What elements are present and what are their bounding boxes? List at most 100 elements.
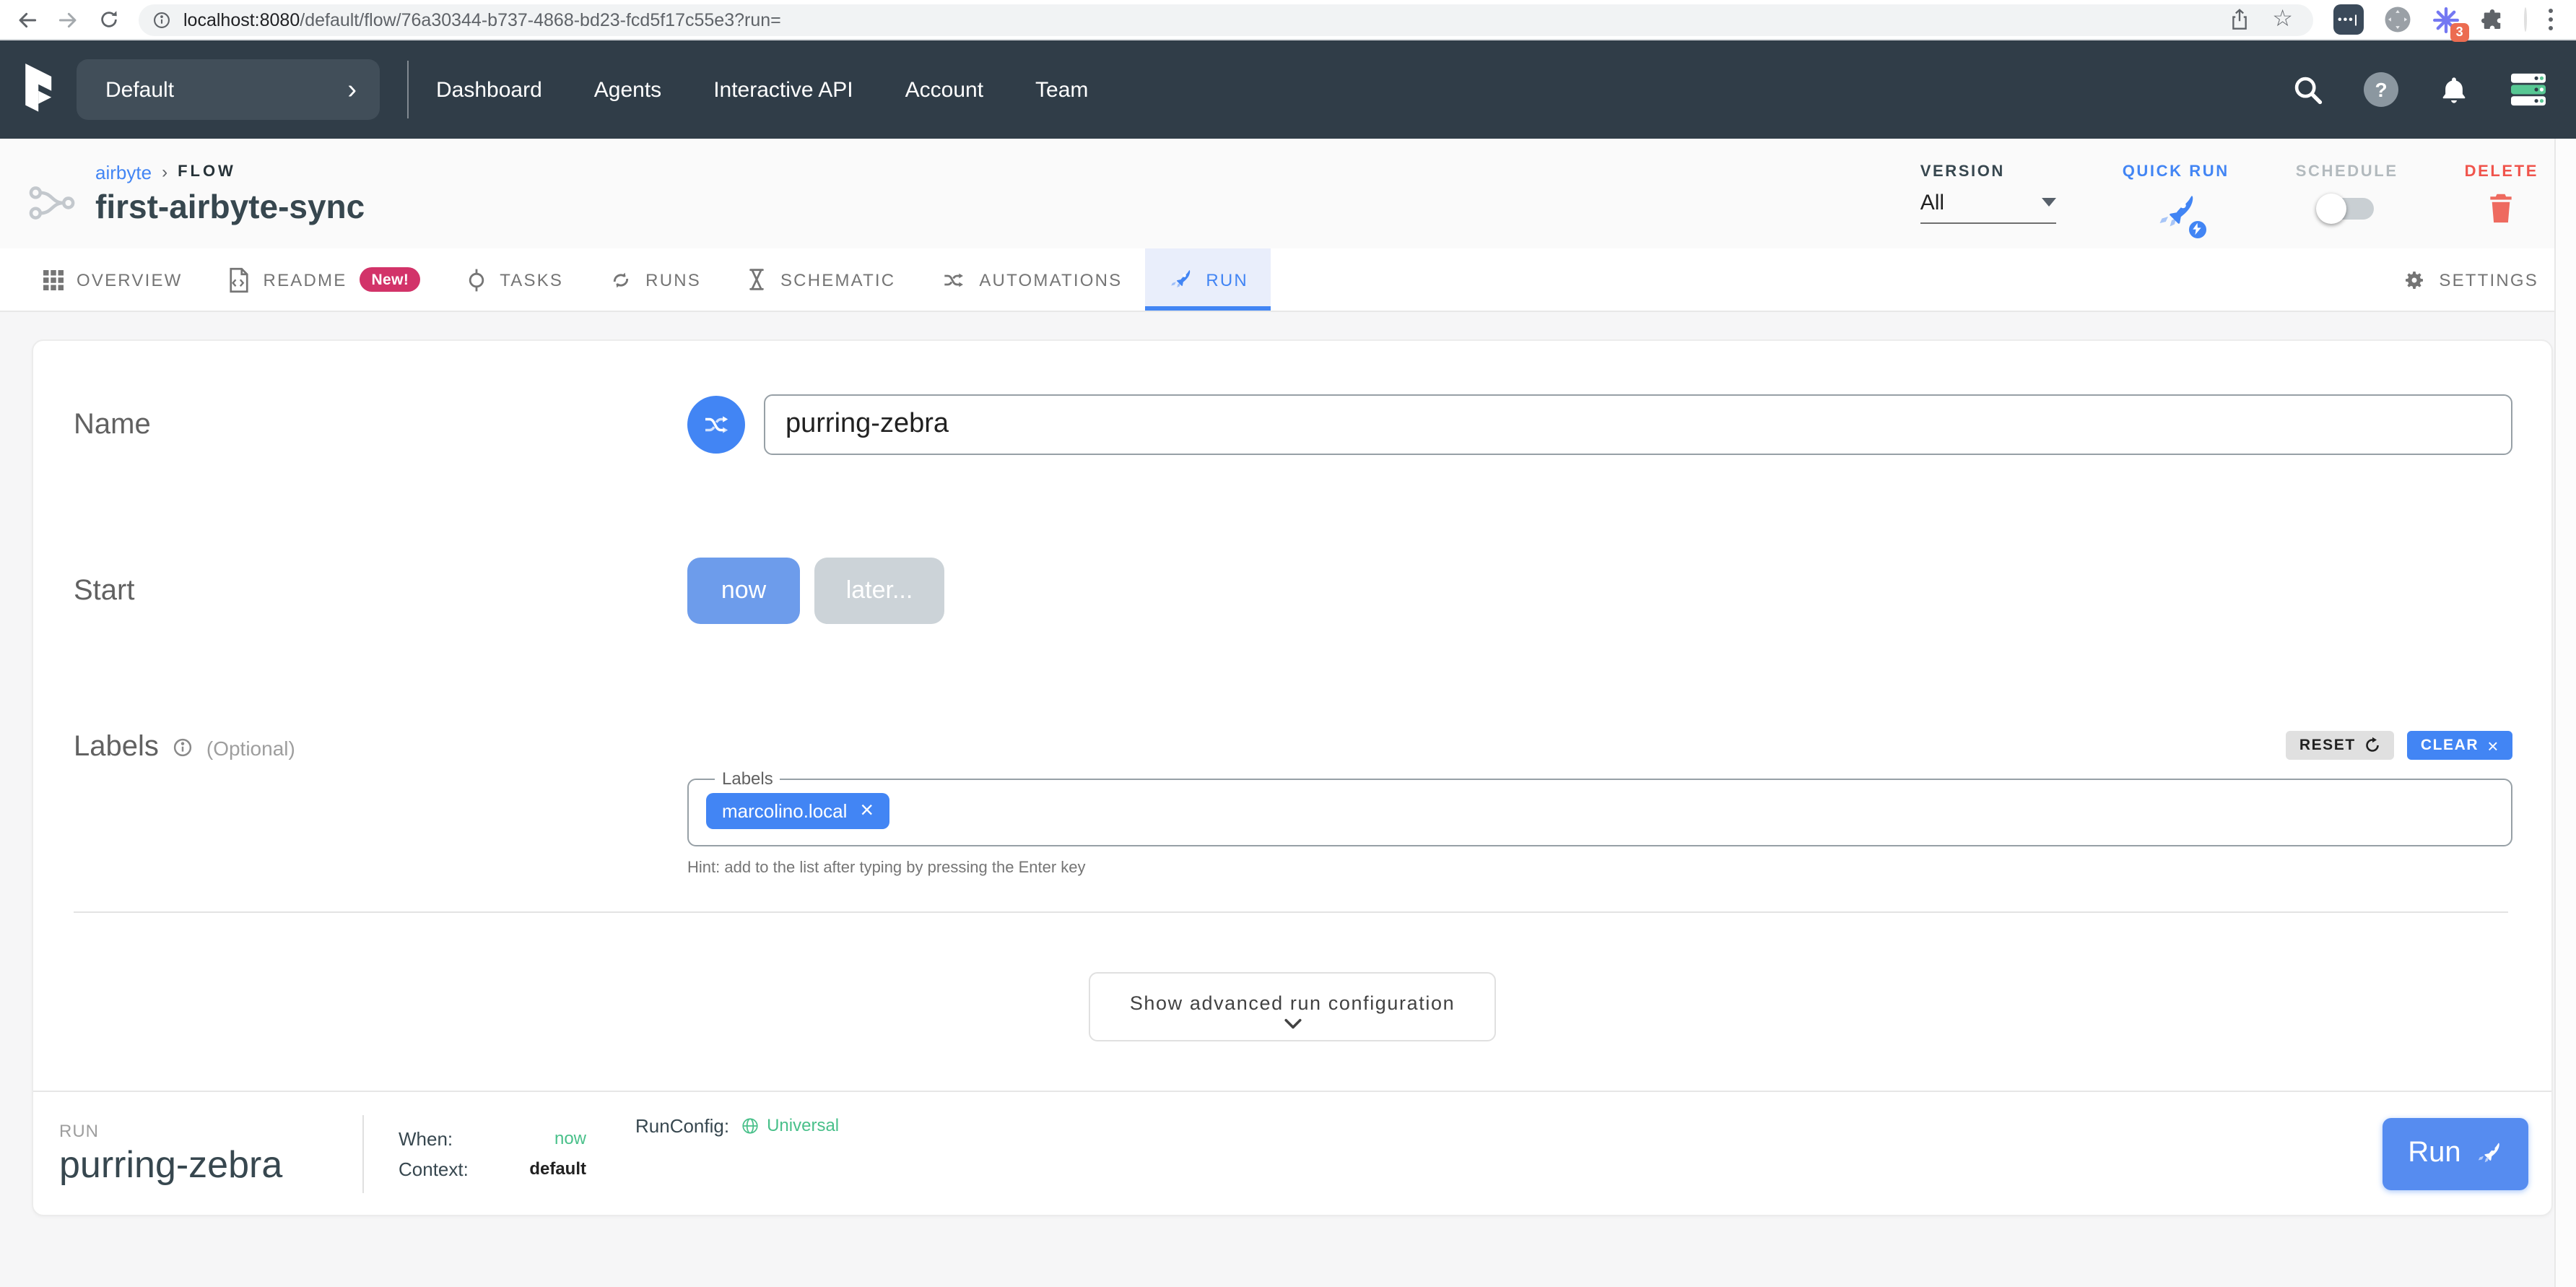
tab-run[interactable]: RUN — [1145, 248, 1271, 311]
nav-link-team[interactable]: Team — [1035, 77, 1088, 102]
start-later-button[interactable]: later... — [814, 558, 944, 624]
schematic-icon — [747, 267, 767, 292]
labels-actions: RESET CLEAR × — [687, 731, 2512, 760]
scrollbar-gutter[interactable] — [2554, 139, 2576, 1287]
page-body: Name Start now later... Labels — [0, 312, 2576, 1287]
trash-icon — [2486, 190, 2518, 225]
server-status-button[interactable] — [2510, 72, 2547, 107]
caret-down-icon — [2042, 198, 2056, 207]
delete-control: DELETE — [2465, 154, 2538, 225]
tab-readme[interactable]: README New! — [206, 248, 444, 311]
flow-header-actions: VERSION All QUICK RUN SCHEDULE — [1920, 154, 2538, 233]
version-control: VERSION All — [1920, 154, 2056, 223]
search-button[interactable] — [2292, 73, 2325, 106]
breadcrumb-project-link[interactable]: airbyte — [95, 161, 152, 183]
tab-tasks[interactable]: TASKS — [443, 248, 586, 311]
clear-labels-button[interactable]: CLEAR × — [2408, 731, 2512, 760]
app-navbar: Default › Dashboard Agents Interactive A… — [0, 40, 2576, 139]
gray-extension-icon[interactable] — [2383, 4, 2413, 35]
context-value: default — [529, 1158, 586, 1179]
browser-toolbar: localhost:8080/default/flow/76a30344-b73… — [0, 0, 2576, 40]
nav-link-account[interactable]: Account — [905, 77, 983, 102]
chevron-right-icon: › — [162, 163, 167, 181]
chevron-down-icon — [1283, 1018, 1302, 1030]
breadcrumb-current: FLOW — [178, 163, 236, 181]
password-manager-extension-icon[interactable]: •••| — [2333, 4, 2364, 35]
delete-button[interactable] — [2486, 190, 2518, 225]
run-name-input[interactable] — [764, 394, 2512, 455]
extension-badge: 3 — [2450, 22, 2469, 41]
nav-link-agents[interactable]: Agents — [594, 77, 661, 102]
workspace-selector[interactable]: Default › — [77, 59, 380, 120]
bookmark-button[interactable]: ☆ — [2267, 4, 2299, 35]
tab-runs[interactable]: RUNS — [586, 248, 724, 311]
refresh-icon — [97, 9, 119, 30]
tab-label: README — [264, 269, 347, 290]
quick-run-button[interactable] — [2154, 190, 2198, 233]
when-label: When: — [399, 1127, 453, 1149]
site-info-icon[interactable] — [152, 9, 172, 30]
cycle-icon — [609, 268, 632, 291]
browser-forward-button[interactable] — [52, 4, 84, 35]
remove-label-icon[interactable]: × — [860, 800, 874, 823]
refresh-icon — [2364, 737, 2382, 754]
tab-label: TASKS — [500, 269, 563, 290]
server-stack-icon — [2510, 72, 2547, 107]
runconfig-row: RunConfig: Universal — [635, 1111, 839, 1140]
show-advanced-button[interactable]: Show advanced run configuration — [1089, 972, 1495, 1041]
browser-profile-avatar[interactable] — [2524, 9, 2527, 30]
schedule-toggle[interactable] — [2320, 197, 2374, 219]
reset-labels-button[interactable]: RESET — [2286, 731, 2395, 760]
browser-menu-button[interactable] — [2546, 5, 2556, 33]
toggle-knob — [2316, 193, 2346, 223]
breadcrumb: airbyte › FLOW — [95, 161, 365, 183]
schedule-control: SCHEDULE — [2296, 154, 2398, 219]
tab-overview[interactable]: OVERVIEW — [20, 248, 206, 311]
clear-label: CLEAR — [2421, 737, 2479, 754]
tab-label: RUN — [1206, 269, 1248, 290]
info-icon[interactable] — [172, 737, 193, 758]
browser-extensions: •••| 3 — [2328, 4, 2562, 35]
label-chip-text: marcolino.local — [722, 800, 847, 822]
labels-optional: (Optional) — [206, 736, 295, 759]
version-label: VERSION — [1920, 162, 2005, 180]
browser-back-button[interactable] — [12, 4, 43, 35]
start-label: Start — [74, 574, 687, 607]
tab-settings[interactable]: SETTINGS — [2403, 248, 2538, 311]
share-icon — [2229, 9, 2250, 30]
name-row: Name — [33, 394, 2551, 455]
flow-title-group: airbyte › FLOW first-airbyte-sync — [27, 161, 365, 226]
name-label: Name — [74, 408, 687, 441]
version-value: All — [1920, 190, 1944, 214]
tab-schematic[interactable]: SCHEMATIC — [724, 248, 918, 311]
address-bar[interactable]: localhost:8080/default/flow/76a30344-b73… — [139, 4, 2313, 35]
document-icon — [229, 266, 251, 292]
tab-automations[interactable]: AUTOMATIONS — [918, 248, 1145, 311]
shuffle-icon — [702, 410, 731, 439]
randomize-name-button[interactable] — [687, 396, 745, 454]
page-title: first-airbyte-sync — [95, 187, 365, 226]
extensions-puzzle-icon[interactable] — [2479, 6, 2505, 32]
help-button[interactable]: ? — [2364, 72, 2398, 107]
label-chip[interactable]: marcolino.local × — [706, 793, 889, 829]
share-button[interactable] — [2224, 4, 2255, 35]
notifications-button[interactable] — [2437, 73, 2471, 106]
browser-refresh-button[interactable] — [92, 4, 124, 35]
nav-link-dashboard[interactable]: Dashboard — [436, 77, 542, 102]
flow-icon — [27, 183, 77, 222]
run-button[interactable]: Run — [2383, 1117, 2528, 1190]
globe-icon — [741, 1116, 760, 1135]
context-label: Context: — [399, 1158, 469, 1179]
back-arrow-icon — [16, 8, 39, 31]
schedule-label: SCHEDULE — [2296, 162, 2398, 180]
quick-run-control: QUICK RUN — [2123, 154, 2229, 233]
version-select[interactable]: All — [1920, 190, 2056, 223]
when-row: When: now — [399, 1124, 586, 1153]
start-now-button[interactable]: now — [687, 558, 800, 624]
asterisk-extension-icon[interactable]: 3 — [2432, 5, 2460, 34]
nav-link-interactive-api[interactable]: Interactive API — [713, 77, 853, 102]
labels-input-field[interactable]: Labels marcolino.local × — [687, 768, 2512, 846]
labels-hint: Hint: add to the list after typing by pr… — [687, 859, 2512, 877]
run-config-card: Name Start now later... Labels — [32, 339, 2553, 1216]
labels-controls: RESET CLEAR × Labels marcolino.local × — [687, 731, 2512, 877]
